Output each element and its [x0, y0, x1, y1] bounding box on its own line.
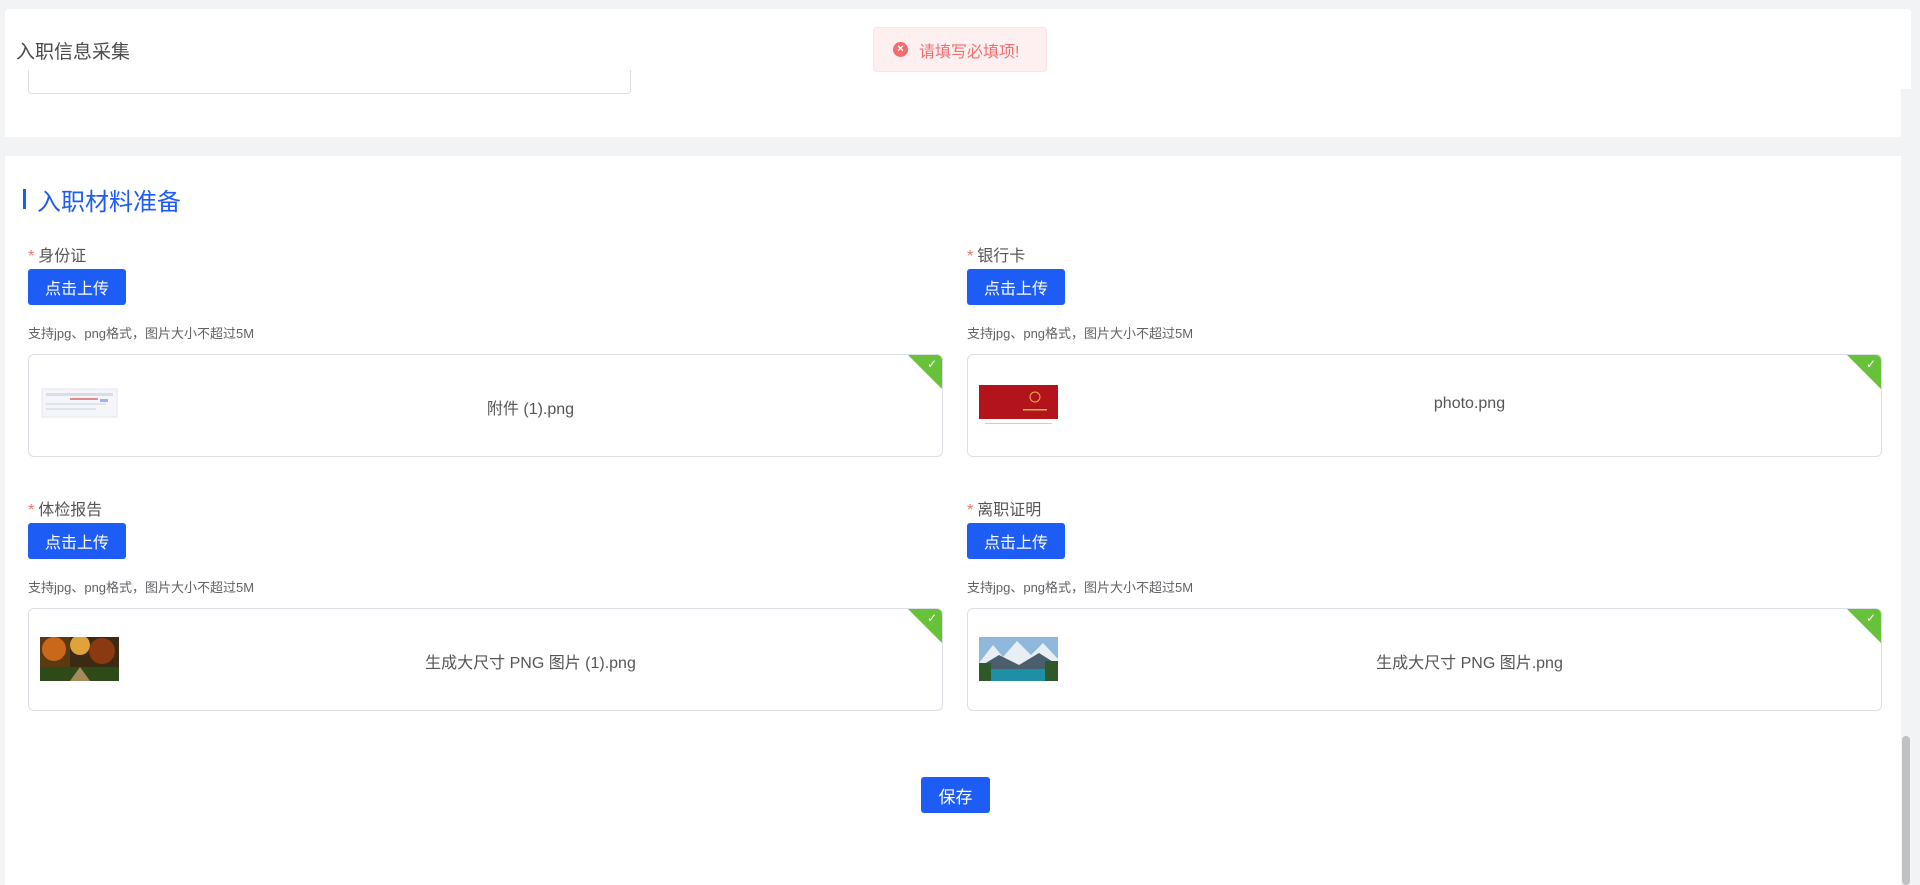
field-bank-card: * 银行卡 点击上传 支持jpg、png格式，图片大小不超过5M photo.pn… [967, 247, 1882, 457]
uploaded-file-card[interactable]: 生成大尺寸 PNG 图片 (1).png ✓ [28, 608, 943, 711]
checkmark-icon: ✓ [926, 357, 937, 371]
section-heading: 入职材料准备 [23, 184, 181, 216]
section-title: 入职材料准备 [37, 188, 181, 216]
previous-section-card [5, 70, 1911, 137]
field-label-text: 银行卡 [977, 248, 1026, 265]
field-label: * 离职证明 [967, 501, 1882, 521]
checkmark-icon: ✓ [1865, 611, 1876, 625]
upload-hint: 支持jpg、png格式，图片大小不超过5M [28, 580, 255, 595]
upload-hint: 支持jpg、png格式，图片大小不超过5M [28, 326, 255, 341]
upload-button[interactable]: 点击上传 [28, 523, 126, 559]
toast-message: 请填写必填项! [919, 43, 1020, 61]
file-thumbnail [979, 383, 1058, 427]
file-name: 生成大尺寸 PNG 图片 (1).png [425, 655, 636, 672]
field-resignation-certificate: * 离职证明 点击上传 支持jpg、png格式，图片大小不超过5M 生成大尺寸 P… [967, 501, 1882, 711]
field-label-text: 身份证 [38, 248, 87, 265]
upload-button[interactable]: 点击上传 [28, 269, 126, 305]
field-id-card: * 身份证 点击上传 支持jpg、png格式，图片大小不超过5M 附件 (1).p… [28, 247, 943, 457]
file-name: 附件 (1).png [486, 401, 575, 418]
page-title: 入职信息采集 [16, 42, 131, 63]
field-label: * 体检报告 [28, 501, 943, 521]
file-thumbnail [40, 637, 119, 681]
field-label: * 银行卡 [967, 247, 1882, 267]
field-label: * 身份证 [28, 247, 943, 267]
scrollbar-thumb[interactable] [1902, 736, 1910, 885]
checkmark-icon: ✓ [1865, 357, 1876, 371]
required-mark: * [28, 248, 35, 265]
field-label-text: 离职证明 [977, 502, 1042, 519]
save-button[interactable]: 保存 [921, 777, 990, 813]
required-mark: * [967, 502, 974, 519]
required-mark: * [967, 248, 974, 265]
upload-button[interactable]: 点击上传 [967, 269, 1065, 305]
upload-hint: 支持jpg、png格式，图片大小不超过5M [967, 326, 1194, 341]
upload-button[interactable]: 点击上传 [967, 523, 1065, 559]
checkmark-icon: ✓ [926, 611, 937, 625]
uploaded-file-card[interactable]: photo.png ✓ [967, 354, 1882, 457]
file-name: photo.png [1433, 395, 1506, 412]
file-thumbnail [979, 637, 1058, 681]
uploaded-file-card[interactable]: 附件 (1).png ✓ [28, 354, 943, 457]
error-circle-icon: × [893, 42, 908, 57]
file-name: 生成大尺寸 PNG 图片.png [1376, 655, 1563, 672]
field-medical-report: * 体检报告 点击上传 支持jpg、png格式，图片大小不超过5M 生成大尺寸 P… [28, 501, 943, 711]
file-thumbnail [40, 383, 119, 427]
section-accent-bar [23, 189, 26, 209]
field-label-text: 体检报告 [38, 502, 103, 519]
previous-input-field[interactable] [28, 70, 631, 94]
required-mark: * [28, 502, 35, 519]
uploaded-file-card[interactable]: 生成大尺寸 PNG 图片.png ✓ [967, 608, 1882, 711]
error-toast: × 请填写必填项! [873, 27, 1047, 72]
upload-hint: 支持jpg、png格式，图片大小不超过5M [967, 580, 1194, 595]
